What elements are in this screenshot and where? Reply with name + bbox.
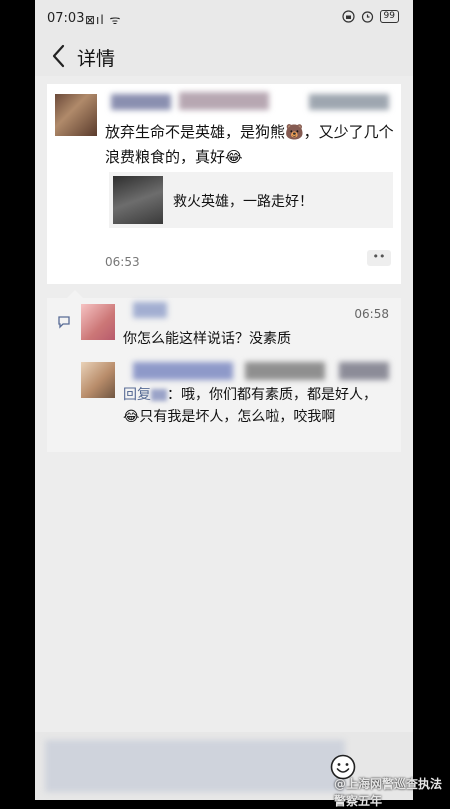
post-time: 06:53 — [105, 255, 140, 269]
comments-section: 06:58 你怎么能这样说话？没素质 回复 ：哦，你们都有素质，都是好人，😂只有我… — [47, 290, 401, 452]
moment-post: 放弃生命不是英雄，是狗熊🐻，又少了几个浪费粮食的，真好😂 救火英雄，一路走好！ … — [47, 84, 401, 284]
blurred-input-field[interactable] — [45, 740, 345, 792]
blurred-nickname — [133, 362, 233, 380]
lock-icon — [341, 10, 355, 23]
link-thumbnail — [113, 176, 163, 224]
status-right-icons: 99 — [341, 10, 399, 23]
status-time: 07:03 — [47, 11, 85, 26]
page-title: 详情 — [77, 48, 116, 70]
alarm-icon — [361, 11, 373, 23]
comment-text[interactable]: 你怎么能这样说话？没素质 — [123, 328, 291, 348]
status-bar: 07:03 ⊠ıl ᯤ 99 — [35, 0, 413, 36]
commenter-avatar[interactable] — [81, 362, 115, 398]
battery-icon: 99 — [379, 10, 399, 23]
blurred-nickname — [339, 362, 389, 380]
watermark: @上海网警巡查执法 警察五年 — [334, 777, 443, 808]
signal-wifi-icons: ⊠ıl ᯤ — [85, 13, 122, 27]
reply-prefix: 回复 — [123, 387, 151, 403]
header: 详情 — [35, 36, 413, 76]
blurred-reply-target — [151, 389, 167, 401]
phone-screen: 07:03 ⊠ıl ᯤ 99 详情 放弃生命不是英雄，是狗熊🐻，又少了几个浪费粮… — [35, 0, 413, 800]
link-title: 救火英雄，一路走好！ — [173, 194, 313, 210]
more-actions-button[interactable]: •• — [367, 250, 391, 266]
blurred-nickname — [133, 302, 167, 318]
poster-avatar[interactable] — [55, 94, 97, 136]
back-arrow-icon[interactable] — [47, 42, 71, 70]
blurred-nickname — [179, 92, 269, 110]
comment-reply[interactable]: 回复 ：哦，你们都有素质，都是好人，😂只有我是坏人，怎么啦，咬我啊 — [123, 384, 393, 428]
post-text: 放弃生命不是英雄，是狗熊🐻，又少了几个浪费粮食的，真好😂 — [105, 123, 394, 166]
shared-link-card[interactable]: 救火英雄，一路走好！ — [109, 172, 393, 228]
blurred-nickname — [111, 94, 171, 110]
comment-icon — [58, 316, 70, 329]
blurred-nickname — [245, 362, 325, 380]
blurred-nickname — [309, 94, 389, 110]
comment-time: 06:58 — [354, 307, 389, 321]
commenter-avatar[interactable] — [81, 304, 115, 340]
